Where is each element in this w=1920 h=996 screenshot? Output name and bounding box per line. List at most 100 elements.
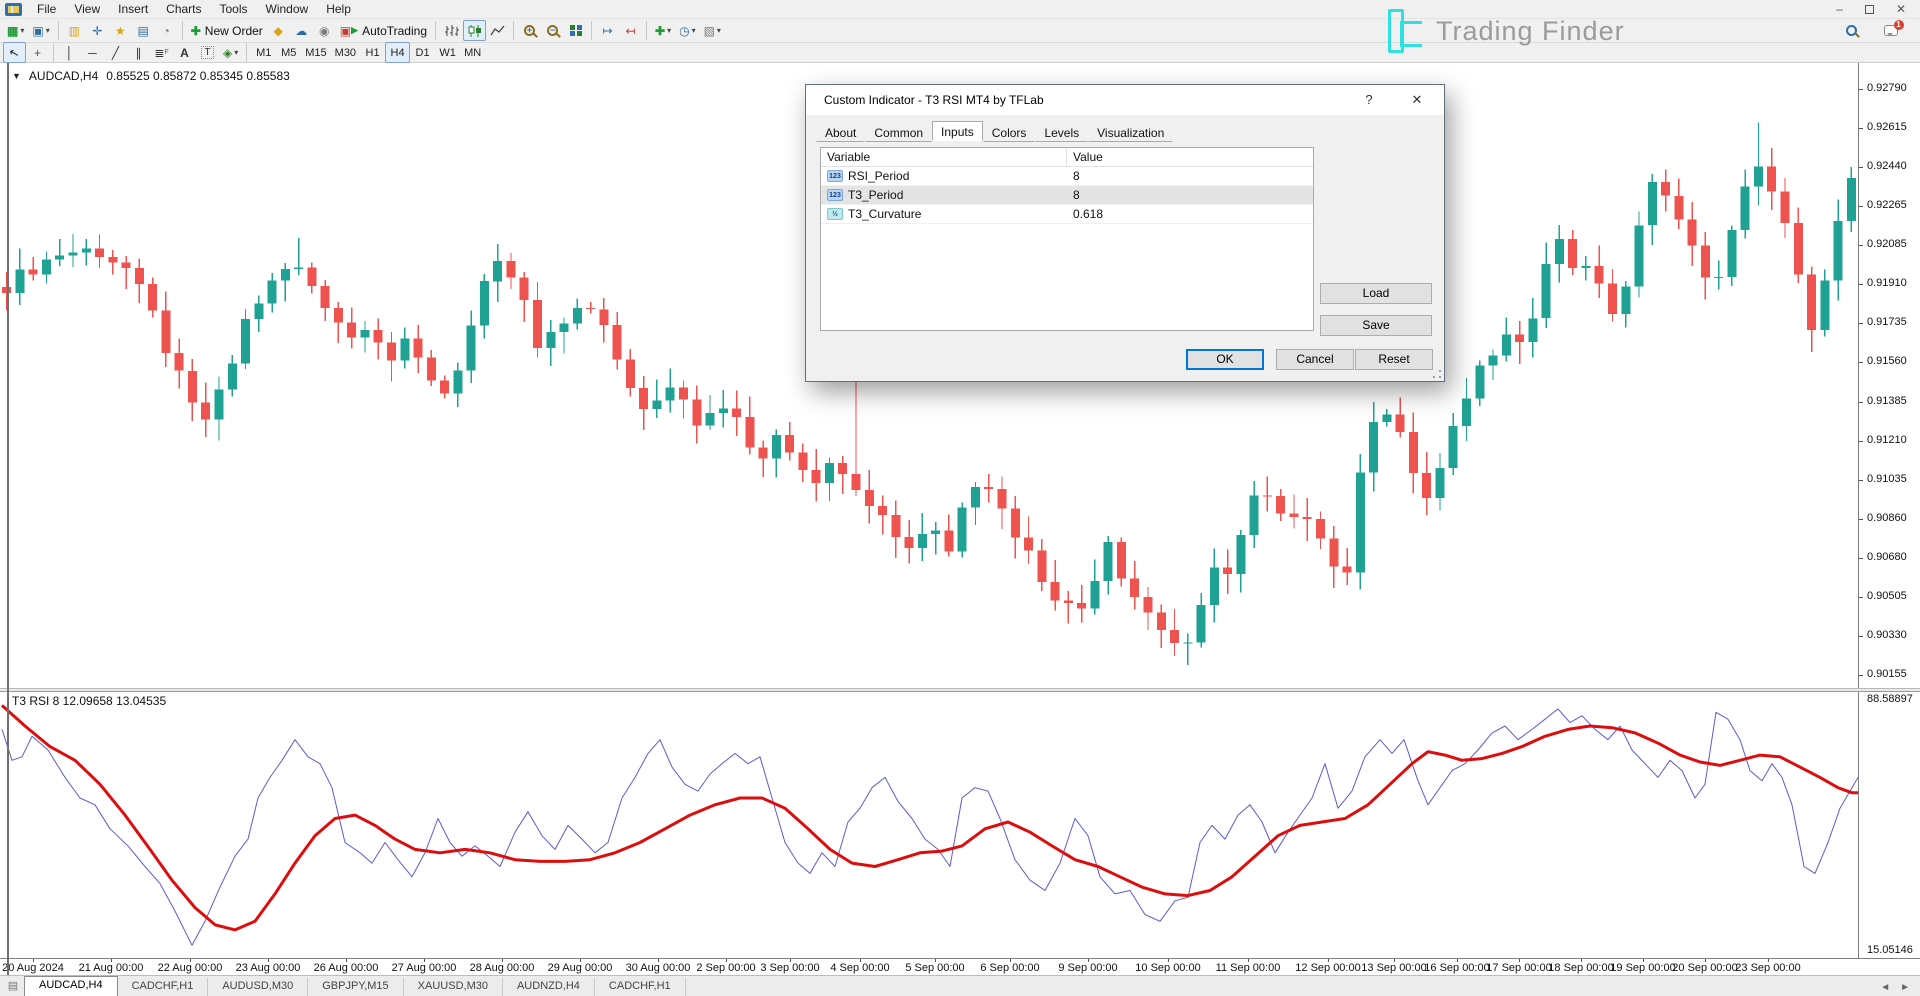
scroll-left-icon[interactable]: ◄ xyxy=(1880,982,1890,993)
date-axis-label: 5 Sep 00:00 xyxy=(905,962,964,974)
dialog-tab-common[interactable]: Common xyxy=(865,122,932,142)
horizontal-line-button[interactable]: ─ xyxy=(81,42,104,63)
input-row-t3_period[interactable]: 123T3_Period8 xyxy=(821,186,1313,205)
chart-tab-2[interactable]: AUDUSD,M30 xyxy=(208,978,308,996)
menu-charts[interactable]: Charts xyxy=(157,0,210,18)
minimize-button[interactable]: – xyxy=(1836,2,1843,16)
indicator-chart[interactable] xyxy=(0,692,1858,958)
dialog-help-button[interactable]: ? xyxy=(1356,92,1382,107)
timeframe-d1[interactable]: D1 xyxy=(410,42,435,63)
chart-tab-3[interactable]: GBPJPY,M15 xyxy=(308,978,403,996)
price-axis[interactable]: 0.927900.926150.924400.922650.920850.919… xyxy=(1858,63,1920,688)
timeframe-mn[interactable]: MN xyxy=(460,42,485,63)
chevron-down-icon: ▾ xyxy=(234,48,238,57)
data-window-button[interactable]: ✛ xyxy=(86,20,109,41)
scroll-right-icon[interactable]: ► xyxy=(1900,982,1910,993)
timeframe-m5[interactable]: M5 xyxy=(276,42,301,63)
line-chart-button[interactable] xyxy=(486,20,509,41)
ok-button[interactable]: OK xyxy=(1186,349,1264,370)
date-axis[interactable]: 20 Aug 202421 Aug 00:0022 Aug 00:0023 Au… xyxy=(0,958,1920,975)
one-click-trading-arrow-icon[interactable]: ▼ xyxy=(12,71,21,81)
dialog-close-button[interactable]: ✕ xyxy=(1404,92,1430,108)
timeframe-m1[interactable]: M1 xyxy=(251,42,276,63)
dialog-tab-inputs[interactable]: Inputs xyxy=(932,121,983,141)
zoom-in-button[interactable]: + xyxy=(518,20,541,41)
candlestick-chart-button[interactable] xyxy=(463,20,486,41)
bar-chart-button[interactable] xyxy=(440,20,463,41)
restore-button[interactable] xyxy=(1865,5,1874,14)
navigator-button[interactable]: ★ xyxy=(109,20,132,41)
text-button[interactable]: A xyxy=(173,42,196,63)
chat-button[interactable]: 1 xyxy=(1879,20,1902,41)
timeframe-m15[interactable]: M15 xyxy=(301,42,330,63)
load-button[interactable]: Load xyxy=(1320,283,1432,304)
cancel-button[interactable]: Cancel xyxy=(1276,349,1354,370)
chart-tab-1[interactable]: CADCHF,H1 xyxy=(118,978,209,996)
timeframe-m30[interactable]: M30 xyxy=(331,42,360,63)
metaeditor-button[interactable]: ◆ xyxy=(267,20,290,41)
trendline-button[interactable]: ╱ xyxy=(104,42,127,63)
price-tick xyxy=(1859,675,1863,676)
indicators-button[interactable]: ✚▾ xyxy=(651,20,675,41)
menu-insert[interactable]: Insert xyxy=(109,0,157,18)
new-chart-button[interactable]: ▦▾ xyxy=(3,20,28,41)
menu-tools[interactable]: Tools xyxy=(211,0,257,18)
fibonacci-button[interactable]: ≣F xyxy=(150,42,173,63)
templates-button[interactable]: ▧▾ xyxy=(700,20,725,41)
indicator-panel[interactable]: T3 RSI 8 12.09658 13.04535 xyxy=(0,692,1920,958)
dialog-tab-levels[interactable]: Levels xyxy=(1035,122,1088,142)
auto-scroll-button[interactable]: ↦ xyxy=(596,20,619,41)
timeframe-w1[interactable]: W1 xyxy=(435,42,460,63)
chart-tab-6[interactable]: CADCHF,H1 xyxy=(595,978,686,996)
indicator-axis[interactable]: 88.58897 15.05146 xyxy=(1858,692,1920,958)
menu-view[interactable]: View xyxy=(65,0,109,18)
value-cell[interactable]: 8 xyxy=(1067,188,1313,202)
zoom-out-button[interactable]: − xyxy=(541,20,564,41)
dialog-title-bar[interactable]: Custom Indicator - T3 RSI MT4 by TFLab xyxy=(806,85,1444,115)
close-button[interactable]: ✕ xyxy=(1896,2,1906,16)
market-watch-button[interactable]: ▥ xyxy=(63,20,86,41)
price-axis-label: 0.91385 xyxy=(1867,395,1907,407)
chart-list-icon[interactable]: ▤ xyxy=(4,979,22,995)
publisher-button[interactable]: ☁ xyxy=(290,20,313,41)
profiles-button[interactable]: ▣▾ xyxy=(28,20,53,41)
date-axis-label: 26 Aug 00:00 xyxy=(314,962,379,974)
dialog-tab-colors[interactable]: Colors xyxy=(983,122,1036,142)
save-button[interactable]: Save xyxy=(1320,315,1432,336)
menu-file[interactable]: File xyxy=(28,0,65,18)
menu-help[interactable]: Help xyxy=(317,0,360,18)
new-order-button[interactable]: ✚ New Order xyxy=(187,20,267,41)
chart-tab-4[interactable]: XAUUSD,M30 xyxy=(404,978,503,996)
timeframe-h1[interactable]: H1 xyxy=(360,42,385,63)
input-row-rsi_period[interactable]: 123RSI_Period8 xyxy=(821,167,1313,186)
separator xyxy=(53,43,54,62)
panel-splitter[interactable] xyxy=(0,688,1920,692)
menu-window[interactable]: Window xyxy=(257,0,318,18)
vertical-line-button[interactable]: │ xyxy=(58,42,81,63)
search-button[interactable] xyxy=(1840,20,1863,41)
tile-windows-button[interactable] xyxy=(564,20,587,41)
channel-button[interactable]: ∥ xyxy=(127,42,150,63)
strategy-tester-button[interactable]: ◔ xyxy=(155,20,178,41)
periods-button[interactable]: ◷▾ xyxy=(675,20,700,41)
chart-tab-5[interactable]: AUDNZD,H4 xyxy=(503,978,595,996)
autotrading-button[interactable]: ▣ ▶ AutoTrading xyxy=(336,20,431,41)
resize-grip[interactable] xyxy=(1433,370,1441,378)
text-label-button[interactable]: T xyxy=(196,42,219,63)
arrows-button[interactable]: ◈▾ xyxy=(219,42,242,63)
input-row-t3_curvature[interactable]: ½T3_Curvature0.618 xyxy=(821,205,1313,224)
reset-button[interactable]: Reset xyxy=(1355,349,1433,370)
value-cell[interactable]: 8 xyxy=(1067,169,1313,183)
crosshair-button[interactable]: + xyxy=(26,42,49,63)
timeframe-h4[interactable]: H4 xyxy=(385,42,410,63)
price-axis-label: 0.90680 xyxy=(1867,551,1907,563)
dialog-tab-about[interactable]: About xyxy=(816,122,865,142)
alerts-button[interactable]: ◉ xyxy=(313,20,336,41)
cursor-button[interactable]: ↖ xyxy=(3,42,26,63)
value-cell[interactable]: 0.618 xyxy=(1067,207,1313,221)
dialog-tab-visualization[interactable]: Visualization xyxy=(1088,122,1173,142)
chart-tab-0[interactable]: AUDCAD,H4 xyxy=(24,976,118,996)
chart-shift-button[interactable]: ↤ xyxy=(619,20,642,41)
int-type-icon: 123 xyxy=(827,189,843,201)
terminal-button[interactable]: ▤ xyxy=(132,20,155,41)
